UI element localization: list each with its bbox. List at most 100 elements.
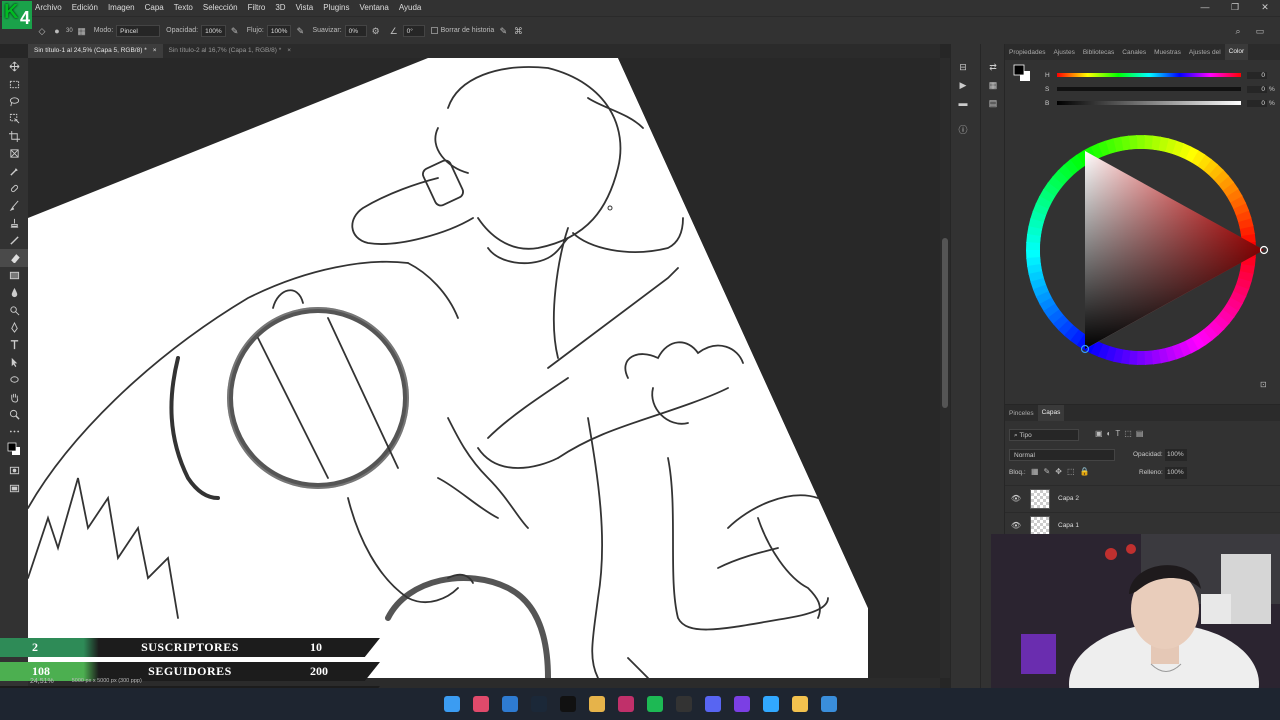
pen-tool-icon[interactable] bbox=[0, 319, 28, 336]
menu-item[interactable]: Archivo bbox=[30, 0, 67, 16]
tab-document-1[interactable]: Sin título-1 al 24,5% (Capa 5, RGB/8) * × bbox=[28, 44, 163, 58]
visibility-eye-icon[interactable]: 👁 bbox=[1005, 521, 1027, 530]
close-window-button[interactable]: ✕ bbox=[1250, 0, 1280, 16]
document-canvas[interactable] bbox=[28, 58, 940, 678]
fill-field[interactable]: 100% bbox=[1165, 467, 1187, 479]
menu-item[interactable]: Ayuda bbox=[394, 0, 427, 16]
color-panel-tab[interactable]: Propiedades bbox=[1005, 49, 1050, 56]
color-panel-tab[interactable]: Canales bbox=[1118, 49, 1150, 56]
files-icon[interactable] bbox=[588, 696, 605, 712]
quick-mask-icon[interactable] bbox=[0, 462, 28, 479]
menu-item[interactable]: Texto bbox=[169, 0, 198, 16]
symmetry-icon[interactable]: ⌘ bbox=[512, 25, 524, 37]
lock-icons[interactable]: ▦✎✥⬚🔒 bbox=[1031, 467, 1094, 476]
zoom-level[interactable]: 24,51% bbox=[30, 678, 54, 685]
menu-item[interactable]: Filtro bbox=[243, 0, 271, 16]
maximize-button[interactable]: ❐ bbox=[1220, 0, 1250, 16]
type-tool-icon[interactable] bbox=[0, 336, 28, 353]
path-select-tool-icon[interactable] bbox=[0, 354, 28, 371]
vertical-scrollbar[interactable] bbox=[940, 58, 950, 678]
eraser-tool-icon[interactable] bbox=[0, 249, 28, 267]
saturation-slider[interactable]: S 0 % bbox=[1045, 84, 1275, 94]
layer-filter-icons[interactable]: ▣◐T⬚▤ bbox=[1095, 429, 1147, 438]
color-panel-tab[interactable]: Muestras bbox=[1150, 49, 1185, 56]
search-icon[interactable] bbox=[472, 696, 489, 712]
menu-item[interactable]: 3D bbox=[270, 0, 290, 16]
move-tool-icon[interactable] bbox=[0, 58, 28, 75]
color-wheel[interactable] bbox=[1013, 120, 1271, 382]
hue-slider[interactable]: H 0 bbox=[1045, 70, 1275, 80]
brush-tool-icon[interactable] bbox=[0, 197, 28, 214]
screen-mode-icon[interactable] bbox=[0, 479, 28, 496]
visibility-eye-icon[interactable]: 👁 bbox=[1005, 494, 1027, 503]
spotify-icon[interactable] bbox=[646, 696, 663, 712]
color-swatches[interactable] bbox=[0, 441, 28, 458]
color-panel-tab[interactable]: Bibliotecas bbox=[1079, 49, 1118, 56]
airbrush-icon[interactable]: ✎ bbox=[294, 25, 306, 37]
comments-icon[interactable]: ▬ bbox=[951, 94, 975, 112]
close-tab-icon[interactable]: × bbox=[153, 44, 157, 58]
windows-icon[interactable] bbox=[443, 696, 460, 712]
opacity-field[interactable]: 100% bbox=[201, 24, 226, 37]
explorer-icon[interactable] bbox=[791, 696, 808, 712]
expand-icon[interactable]: ⊡ bbox=[1260, 380, 1267, 389]
eraser-tool-icon[interactable]: ◇ bbox=[36, 25, 48, 37]
workspace-icon[interactable]: ▭ bbox=[1254, 25, 1266, 37]
brightness-slider[interactable]: B 0 % bbox=[1045, 98, 1275, 108]
more-tools-icon[interactable] bbox=[0, 423, 28, 440]
foreground-background-swatch[interactable] bbox=[1013, 64, 1031, 82]
eyedropper-tool-icon[interactable] bbox=[0, 162, 28, 179]
blend-mode-select[interactable]: Normal bbox=[1009, 449, 1115, 461]
tab-document-2[interactable]: Sin título-2 al 16,7% (Capa 1, RGB/8) * × bbox=[163, 44, 298, 58]
scroll-thumb[interactable] bbox=[942, 238, 948, 408]
stamp-tool-icon[interactable] bbox=[0, 215, 28, 232]
tab-layers[interactable]: Capas bbox=[1037, 405, 1065, 421]
pressure-size-icon[interactable]: ✎ bbox=[497, 25, 509, 37]
github-icon[interactable] bbox=[675, 696, 692, 712]
search-icon[interactable]: ⌕ bbox=[1232, 25, 1244, 37]
menu-item[interactable]: Vista bbox=[291, 0, 319, 16]
hue-segment[interactable] bbox=[1026, 241, 1041, 252]
layer-row[interactable]: 👁 Capa 2 bbox=[1005, 485, 1280, 511]
flow-field[interactable]: 100% bbox=[266, 24, 292, 37]
mode-select[interactable]: Pincel bbox=[116, 24, 161, 37]
menu-item[interactable]: Imagen bbox=[103, 0, 140, 16]
history-brush-tool-icon[interactable] bbox=[0, 232, 28, 249]
play-action-icon[interactable]: ▶ bbox=[951, 76, 975, 94]
gear-icon[interactable]: ⚙ bbox=[370, 25, 382, 37]
smooth-field[interactable]: 0% bbox=[344, 24, 367, 37]
marquee-tool-icon[interactable] bbox=[0, 75, 28, 92]
lasso-tool-icon[interactable] bbox=[0, 93, 28, 110]
erase-history-checkbox[interactable] bbox=[430, 27, 438, 34]
steam-icon[interactable] bbox=[530, 696, 547, 712]
color-panel-tab[interactable]: Color bbox=[1224, 44, 1249, 60]
hand-tool-icon[interactable] bbox=[0, 388, 28, 405]
crop-tool-icon[interactable] bbox=[0, 128, 28, 145]
color-panel-tab[interactable]: Ajustes bbox=[1050, 49, 1079, 56]
tiktok-icon[interactable] bbox=[559, 696, 576, 712]
gradient-tool-icon[interactable] bbox=[0, 267, 28, 284]
menu-item[interactable]: Capa bbox=[140, 0, 169, 16]
angle-field[interactable]: 0° bbox=[402, 24, 425, 37]
pressure-opacity-icon[interactable]: ✎ bbox=[229, 25, 241, 37]
close-tab-icon[interactable]: × bbox=[287, 44, 291, 58]
frame-tool-icon[interactable] bbox=[0, 145, 28, 162]
minimize-button[interactable]: — bbox=[1190, 0, 1220, 16]
menu-item[interactable]: Plugins bbox=[318, 0, 354, 16]
vs-icon[interactable] bbox=[733, 696, 750, 712]
hue-segment[interactable] bbox=[1128, 350, 1139, 365]
healing-tool-icon[interactable] bbox=[0, 180, 28, 197]
brush-preset-icon[interactable]: ● bbox=[51, 25, 63, 37]
grid-panel-icon[interactable]: ▦ bbox=[981, 76, 1005, 94]
info-icon[interactable]: ⓘ bbox=[951, 120, 975, 138]
zoom-tool-icon[interactable] bbox=[0, 406, 28, 423]
image-icon[interactable] bbox=[820, 696, 837, 712]
layer-filter-select[interactable]: ⌕ Tipo bbox=[1009, 429, 1079, 441]
color-panel-tab[interactable]: Ajustes del bbox=[1185, 49, 1225, 56]
history-panel-icon[interactable]: ⊟ bbox=[951, 58, 975, 76]
vivaldi-icon[interactable] bbox=[617, 696, 634, 712]
layer-comp-icon[interactable]: ▤ bbox=[981, 94, 1005, 112]
dodge-tool-icon[interactable] bbox=[0, 301, 28, 318]
object-select-tool-icon[interactable] bbox=[0, 110, 28, 127]
layer-opacity-field[interactable]: 100% bbox=[1165, 449, 1187, 461]
